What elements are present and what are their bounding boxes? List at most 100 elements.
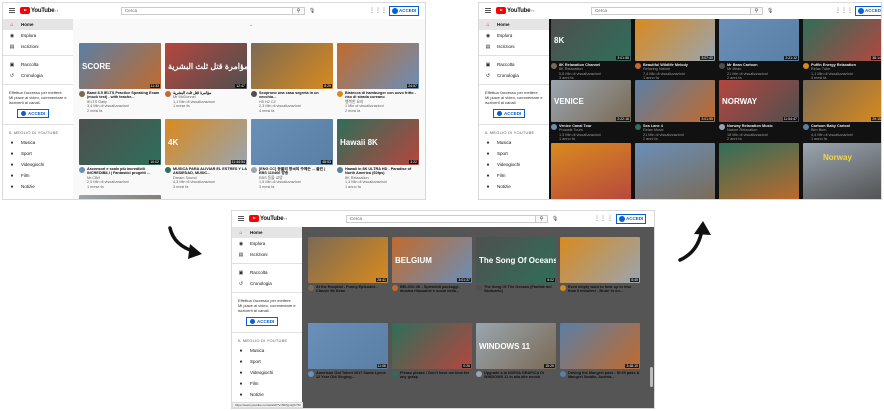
sidebar-item-subscriptions[interactable]: ▤ Iscrizioni xyxy=(479,41,549,52)
video-thumbnail[interactable]: The Song Of Oceans 5:02 xyxy=(476,237,556,283)
video-thumbnail[interactable]: NORWAY 11:54:47 xyxy=(719,80,799,122)
mic-icon[interactable]: 🎙 xyxy=(552,215,558,223)
video-card[interactable]: 3:01:55 Sea Lane 4 Relax Music 21 Mln di vi… xyxy=(635,80,715,141)
video-thumbnail[interactable]: SCORE 11:33 xyxy=(79,43,161,89)
youtube-logo[interactable]: YouTube IT xyxy=(496,7,534,14)
video-thumbnail[interactable]: 11:06 xyxy=(308,323,388,369)
video-thumbnail[interactable] xyxy=(719,143,799,199)
video-thumbnail[interactable]: Hawaii 8K 3:22 xyxy=(337,119,419,165)
video-title[interactable]: BELGIO 4K - Splendidi paesaggi, musica r… xyxy=(400,285,472,294)
video-title[interactable]: [ENG CC] 동물의 왕국의 주제는 ... 물린 | EBS 110406… xyxy=(259,167,333,176)
apps-grid-icon[interactable]: ⋮⋮ xyxy=(835,8,847,14)
mic-icon[interactable]: 🎙 xyxy=(767,7,773,15)
search-input[interactable]: Cerca xyxy=(591,7,751,15)
video-thumbnail[interactable]: 3:11:42 xyxy=(79,195,161,199)
video-thumbnail[interactable]: 4K 11:44:54 xyxy=(165,119,247,165)
video-thumbnail[interactable]: 38:14 xyxy=(803,19,881,61)
video-thumbnail[interactable]: Norway xyxy=(803,143,881,199)
apps-grid-icon[interactable]: ⋮⋮ xyxy=(594,216,606,222)
sidebar-item-subscriptions[interactable]: ▤ Iscrizioni xyxy=(232,249,302,260)
sidebar-item-sport[interactable]: ● Sport xyxy=(3,148,73,159)
video-thumbnail[interactable]: 3:01:55 xyxy=(635,80,715,122)
video-thumbnail[interactable]: 29:15 xyxy=(803,80,881,122)
video-card[interactable]: 3:48:19 Driving the Mangert pass - St 60 … xyxy=(560,323,640,395)
scrollbar[interactable] xyxy=(650,367,653,387)
sidebar-item-explore[interactable]: ◉ Esplora xyxy=(3,30,73,41)
video-thumbnail[interactable]: 24:57 xyxy=(337,43,419,89)
sidebar-item-library[interactable]: ▣ Raccolta xyxy=(232,267,302,278)
channel-avatar[interactable] xyxy=(337,91,343,97)
channel-avatar[interactable] xyxy=(79,91,85,97)
settings-kebab-icon[interactable]: ⋮ xyxy=(607,215,613,223)
video-card[interactable]: SCORE 11:33 Band 8.5 IELTS Practice Speaki… xyxy=(79,43,161,117)
video-title[interactable]: Upgrade a la NUEVA GRAFICA DI WINDOWS 11… xyxy=(484,371,556,380)
video-title[interactable]: Hawaii in 8K ULTRA HD - Paradise of Nort… xyxy=(345,167,419,176)
chevron-down-icon[interactable]: ⌄ xyxy=(249,22,253,28)
sidebar-item-sport[interactable]: ● Sport xyxy=(232,356,302,367)
signin-button[interactable]: ACCEDI xyxy=(616,214,647,224)
sidebar-item-film[interactable]: ● Film xyxy=(232,378,302,389)
sidebar-item-sport[interactable]: ● Sport xyxy=(479,148,549,159)
video-card[interactable]: 10:02 Ascensori e scale più incredibili I… xyxy=(79,119,161,193)
video-title[interactable]: Band 8.5 IELTS Practice Speaking Exam (m… xyxy=(87,91,161,100)
channel-avatar[interactable] xyxy=(79,167,85,173)
search-input[interactable]: Cerca xyxy=(121,7,293,15)
search-button[interactable]: ⚲ xyxy=(751,7,763,15)
signin-button[interactable]: ACCEDI xyxy=(855,6,881,16)
search-input[interactable]: Cerca xyxy=(346,215,536,223)
video-card[interactable]: 2:21:12 Mr Bean Cartoon Mr Bean 21 Mln di v… xyxy=(719,19,799,80)
sidebar-item-news[interactable]: ● Notizie xyxy=(232,389,302,400)
channel-avatar[interactable] xyxy=(308,371,314,377)
channel-avatar[interactable] xyxy=(392,371,398,377)
sidebar-item-history[interactable]: ↺ Cronologia xyxy=(479,70,549,81)
sidebar-item-film[interactable]: ● Film xyxy=(3,170,73,181)
video-title[interactable]: Scoprono una casa segreta in un vecchio.… xyxy=(259,91,333,100)
video-title[interactable]: Even empty want to hear up in less than … xyxy=(568,285,640,294)
channel-avatar[interactable] xyxy=(251,91,257,97)
video-card[interactable]: 3:11:421000 Miglia 2021 - Quarta tappa: … xyxy=(79,195,161,199)
video-card[interactable]: 29:15 Cartoon Baby Cartoni Bim Bum 4,4 Mln … xyxy=(803,80,881,141)
video-card[interactable]: 24:57 Bistecca di hamburger con uovo frit… xyxy=(337,43,419,117)
channel-avatar[interactable] xyxy=(551,63,557,69)
channel-avatar[interactable] xyxy=(165,167,171,173)
video-thumbnail[interactable]: 10:02 xyxy=(79,119,161,165)
sidebar-item-gaming[interactable]: ● Videogiochi xyxy=(3,159,73,170)
video-title[interactable]: At the Hospital - Funny Episodes - Class… xyxy=(316,285,388,294)
video-thumbnail[interactable]: 0:26 xyxy=(392,323,472,369)
sidebar-item-explore[interactable]: ◉ Esplora xyxy=(232,238,302,249)
sidebar-item-library[interactable]: ▣ Raccolta xyxy=(3,59,73,70)
video-card[interactable]: Hawaii 8K 3:22 Hawaii in 8K ULTRA HD - Par… xyxy=(337,119,419,193)
video-card[interactable]: 0:26 Please please ! Don't have me time f… xyxy=(392,323,472,395)
video-card[interactable]: 5:49 Even empty want to hear up in less t… xyxy=(560,237,640,309)
channel-avatar[interactable] xyxy=(635,124,641,130)
channel-avatar[interactable] xyxy=(476,285,482,291)
video-thumbnail[interactable]: 8K 3:01:55 xyxy=(551,19,631,61)
video-card[interactable]: VENICE 2:22:16 Venice Canal Tour Prowalk To… xyxy=(551,80,631,141)
mic-icon[interactable]: 🎙 xyxy=(309,7,315,15)
sidebar-item-news[interactable]: ● Notizie xyxy=(3,181,73,192)
video-thumbnail[interactable]: 48:53 xyxy=(251,119,333,165)
sidebar-item-explore[interactable]: ◉ Esplora xyxy=(479,30,549,41)
sidebar-item-music[interactable]: ● Musica xyxy=(479,137,549,148)
video-title[interactable]: Please please ! Don't have me time for a… xyxy=(400,371,472,380)
video-title[interactable]: Ascensori e scale più incredibili INCRED… xyxy=(87,167,161,176)
video-thumbnail[interactable]: 3:48:19 xyxy=(560,323,640,369)
youtube-logo[interactable]: YouTube IT xyxy=(20,7,58,14)
sidebar-item-news[interactable]: ● Notizie xyxy=(479,181,549,192)
apps-grid-icon[interactable]: ⋮⋮ xyxy=(369,8,381,14)
channel-avatar[interactable] xyxy=(719,63,725,69)
video-thumbnail[interactable] xyxy=(635,143,715,199)
video-thumbnail[interactable]: VENICE 2:22:16 xyxy=(551,80,631,122)
signin-button[interactable]: ACCEDI xyxy=(389,6,420,16)
video-card[interactable]: BELGIUM 3:01:37 BELGIO 4K - Splendidi paes… xyxy=(392,237,472,309)
channel-avatar[interactable] xyxy=(392,285,398,291)
channel-avatar[interactable] xyxy=(635,63,641,69)
sidebar-item-film[interactable]: ● Film xyxy=(479,170,549,181)
video-card[interactable]: The Song Of Oceans 5:02 The Song Of The Oc… xyxy=(476,237,556,309)
video-thumbnail[interactable]: مؤامرة قتل ثلث البشرية 12:47 xyxy=(165,43,247,89)
video-thumbnail[interactable]: 3:07:40 xyxy=(635,19,715,61)
settings-kebab-icon[interactable]: ⋮ xyxy=(847,7,853,15)
sidebar-signin-button[interactable]: ACCEDI xyxy=(246,317,279,326)
search-button[interactable]: ⚲ xyxy=(536,215,548,223)
channel-avatar[interactable] xyxy=(308,285,314,291)
